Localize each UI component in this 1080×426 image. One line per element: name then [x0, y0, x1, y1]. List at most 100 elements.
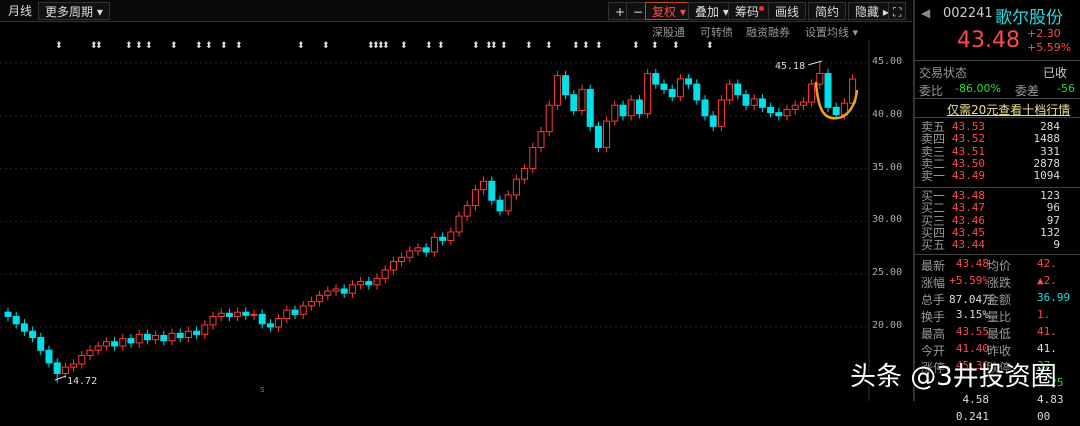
level-volume: 2878	[1033, 156, 1061, 170]
margin-link[interactable]: 融资融券	[746, 24, 790, 40]
candle	[750, 94, 758, 110]
weicha-value: -56	[1057, 82, 1075, 95]
candle-body	[717, 99, 725, 127]
pointer-arrow-icon	[54, 375, 67, 381]
candle	[570, 89, 578, 116]
level-volume: 123	[1040, 189, 1060, 202]
candle-body	[201, 324, 209, 335]
notification-dot-icon	[759, 6, 765, 11]
draw-button[interactable]: 画线	[768, 2, 807, 20]
adjust-dropdown[interactable]: 复权 ▾	[645, 2, 693, 20]
candle	[217, 308, 225, 322]
candle-body	[275, 318, 283, 328]
stat-label-2: 量比	[987, 310, 1012, 324]
candle-body	[676, 78, 684, 98]
candle-body	[217, 312, 225, 317]
candle-body	[94, 345, 102, 351]
candle	[791, 100, 799, 115]
candle	[685, 74, 693, 89]
candle-body	[488, 180, 496, 201]
bid-row: 买三 43.46 97	[919, 213, 1080, 228]
stat-label: 最高	[921, 327, 946, 341]
candle-body	[480, 180, 488, 191]
candle	[726, 79, 734, 105]
weibi-label: 委比	[919, 84, 944, 98]
last-price: 43.48	[957, 28, 1020, 53]
candle	[767, 102, 775, 118]
stat-value: 87.04万	[949, 293, 994, 306]
candle-body	[644, 73, 652, 115]
ma-settings-dropdown[interactable]: 设置均线 ▾	[805, 24, 858, 40]
candle	[4, 307, 12, 322]
level-price: 43.51	[951, 144, 985, 158]
candle	[234, 307, 242, 322]
level-price: 43.49	[951, 169, 985, 183]
candle	[758, 94, 766, 113]
candle	[389, 256, 397, 275]
bid-row: 买五 43.44 9	[919, 239, 1080, 252]
candle	[480, 176, 488, 195]
candle-body	[299, 305, 307, 315]
bid-row: 买二 43.47 96	[919, 202, 1080, 215]
candle	[127, 333, 135, 348]
candle-body	[570, 94, 578, 112]
stats-row: 0.241 00	[919, 410, 1080, 426]
candle-body	[504, 194, 512, 212]
convertible-link[interactable]: 可转债	[700, 24, 733, 40]
stats-row: 4.58 4.83	[919, 393, 1080, 409]
simple-button[interactable]: 简约	[808, 2, 847, 20]
stat-value-2: 41.	[1037, 325, 1057, 338]
candle-body	[389, 261, 397, 271]
level2-promo-link[interactable]: 仅需20元查看十档行情	[947, 101, 1070, 118]
back-arrow-icon[interactable]: ◀	[921, 6, 930, 20]
hk-connect-link[interactable]: 深股通	[652, 24, 685, 40]
chips-button[interactable]: 筹码	[728, 2, 772, 20]
candle-body	[78, 355, 86, 365]
candle-body	[808, 83, 816, 103]
candle-body	[307, 301, 315, 307]
candle	[693, 79, 701, 105]
y-tick-label: 20.00	[872, 320, 903, 331]
high-price-label: 45.18	[775, 61, 805, 72]
candle-body	[660, 83, 668, 90]
candle-body	[209, 315, 217, 326]
stat-label-2: 金额	[987, 293, 1012, 307]
more-periods-dropdown[interactable]: 更多周期 ▾	[38, 2, 110, 20]
level-label: 买三	[921, 213, 946, 228]
monthly-tab[interactable]: 月线	[2, 2, 38, 20]
candle	[307, 296, 315, 311]
candle-body	[586, 88, 594, 127]
chart-toolbar: 月线 更多周期 ▾ + − 复权 ▾ 叠加 ▾ 筹码 画线 简约 隐藏 ▸▸ ⛶	[0, 0, 912, 22]
candle	[111, 337, 119, 351]
candle	[357, 276, 365, 290]
stat-label-2: 最低	[987, 327, 1012, 341]
candle	[143, 329, 151, 345]
candle-body	[603, 120, 611, 148]
quote-panel: ◀ 002241 歌尔股份 43.48 +2.30 +5.59% 交易状态 已收…	[913, 0, 1080, 423]
candle	[225, 308, 233, 322]
candle	[660, 79, 668, 95]
candle	[439, 232, 447, 246]
candle-body	[86, 349, 94, 357]
candle	[734, 79, 742, 100]
ask-row: 卖五 43.53 284	[919, 121, 1080, 134]
candle-body	[439, 236, 447, 241]
candle-body	[422, 247, 430, 253]
candle	[644, 68, 652, 119]
fullscreen-icon[interactable]: ⛶	[888, 2, 907, 20]
candle	[816, 61, 824, 89]
level-label: 买四	[921, 225, 946, 240]
level-label: 卖一	[921, 169, 946, 184]
candle-body	[225, 312, 233, 317]
candle	[430, 232, 438, 257]
ask-row: 卖四 43.52 1488	[919, 133, 1080, 146]
candle-body	[832, 106, 840, 116]
price-change: +2.30	[1027, 27, 1061, 40]
candlestick-chart[interactable]: 45.18 14.72 s	[0, 40, 912, 401]
candle-body	[512, 178, 520, 196]
candle	[291, 305, 299, 320]
ask-row: 卖三 43.51 331	[919, 144, 1080, 158]
candle	[184, 326, 192, 343]
candle-body	[553, 75, 561, 106]
candle-body	[250, 313, 258, 316]
